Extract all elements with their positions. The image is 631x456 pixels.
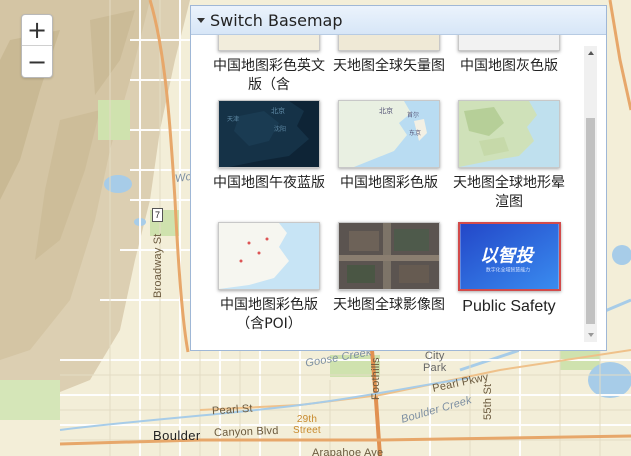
scroll-down-button[interactable] xyxy=(584,328,597,342)
basemap-panel-header[interactable]: Switch Basemap xyxy=(191,6,606,35)
thumb-art-english xyxy=(219,35,319,50)
map-thumb-imagery-icon xyxy=(338,222,440,290)
map-label-broadway: Broadway St xyxy=(152,233,164,298)
map-label-29th: 29th xyxy=(296,414,318,425)
basemap-item-label: 中国地图彩色版（含POI） xyxy=(220,297,318,332)
basemap-item-label: 天地图全球矢量图 xyxy=(333,58,445,74)
zoom-in-button[interactable]: + xyxy=(22,15,52,45)
map-thumb-public-safety-icon: 以智投 数字化全域智慧能力 xyxy=(457,222,561,291)
collapse-triangle-icon[interactable] xyxy=(197,18,205,23)
map-label-park: Park xyxy=(423,362,447,374)
basemap-item-label: 天地图全球影像图 xyxy=(333,297,445,313)
thumb-text: 北京 xyxy=(271,106,285,115)
basemap-item-midnight[interactable]: 北京 天津 沈阳 中国地图午夜蓝版 xyxy=(209,100,329,193)
thumb-text: 东京 xyxy=(409,129,421,137)
basemap-item-gray[interactable]: 中国地图灰色版 xyxy=(449,35,569,76)
thumb-art-midnight: 北京 天津 沈阳 xyxy=(219,101,319,167)
map-thumb-vector-icon xyxy=(338,35,440,51)
basemap-item-poi[interactable]: 中国地图彩色版（含POI） xyxy=(209,222,329,334)
arrow-down-icon xyxy=(587,333,594,337)
gallery-scrollbar[interactable] xyxy=(584,46,597,342)
thumb-art-vector xyxy=(339,35,439,50)
thumb-art-gray xyxy=(459,35,559,50)
map-thumb-english-icon xyxy=(218,35,320,51)
map-thumb-terrain-icon xyxy=(458,100,560,168)
basemap-item-vector[interactable]: 天地图全球矢量图 xyxy=(329,35,449,76)
map-thumb-color-icon: 北京 首尔 东京 xyxy=(338,100,440,168)
basemap-item-english[interactable]: 中国地图彩色英文版（含 xyxy=(209,35,329,95)
thumb-art-color: 北京 首尔 东京 xyxy=(339,101,439,167)
basemap-panel-title: Switch Basemap xyxy=(210,10,343,30)
map-thumb-poi-icon xyxy=(218,222,320,290)
thumb-text: 数字化全域智慧能力 xyxy=(485,266,529,273)
thumb-text: 沈阳 xyxy=(274,125,286,133)
basemap-item-label: 中国地图彩色版 xyxy=(340,175,438,191)
zoom-control: + − xyxy=(21,14,53,78)
basemap-item-label: 中国地图彩色英文版（含 xyxy=(213,58,325,93)
map-label-arapahoe: Arapahoe Ave xyxy=(312,447,384,456)
basemap-item-label: Public Safety xyxy=(462,298,556,315)
basemap-item-label: 天地图全球地形晕渲图 xyxy=(453,175,565,210)
map-label-foothills: Foothills xyxy=(370,357,382,400)
scroll-up-button[interactable] xyxy=(584,46,597,60)
basemap-item-public-safety[interactable]: 以智投 数字化全域智慧能力 Public Safety xyxy=(449,222,569,316)
map-label-55th-st: 55th St xyxy=(482,383,494,420)
scrollbar-thumb[interactable] xyxy=(586,118,595,324)
map-label-street: Street xyxy=(293,425,321,436)
basemap-panel: Switch Basemap 中国地图彩色英文版（含 天地图全球矢量图 中国地图… xyxy=(190,5,607,351)
basemap-item-color[interactable]: 北京 首尔 东京 中国地图彩色版 xyxy=(329,100,449,193)
thumb-text: 北京 xyxy=(379,106,393,115)
arrow-up-icon xyxy=(587,51,594,55)
thumb-art-poi xyxy=(219,223,319,289)
map-thumb-gray-icon xyxy=(458,35,560,51)
thumb-text: 首尔 xyxy=(407,111,419,119)
basemap-item-label: 中国地图午夜蓝版 xyxy=(213,175,325,191)
map-thumb-midnight-icon: 北京 天津 沈阳 xyxy=(218,100,320,168)
basemap-item-imagery[interactable]: 天地图全球影像图 xyxy=(329,222,449,315)
zoom-out-button[interactable]: − xyxy=(22,45,52,77)
map-label-city-park: City Park xyxy=(423,350,446,374)
map-label-city: City xyxy=(424,350,445,362)
thumb-art-terrain xyxy=(459,101,559,167)
basemap-gallery[interactable]: 中国地图彩色英文版（含 天地图全球矢量图 中国地图灰色版 北京 天津 沈阳 中国… xyxy=(191,35,606,350)
thumb-text: 天津 xyxy=(227,116,239,123)
highway-7-shield-icon: 7 xyxy=(152,208,163,222)
basemap-item-label: 中国地图灰色版 xyxy=(460,58,558,74)
thumb-art-imagery xyxy=(339,223,439,289)
map-label-boulder: Boulder xyxy=(153,428,201,443)
map-label-29th-street: 29th Street xyxy=(293,414,321,436)
basemap-item-terrain[interactable]: 天地图全球地形晕渲图 xyxy=(449,100,569,212)
thumb-art-public-safety: 以智投 数字化全域智慧能力 xyxy=(459,224,559,289)
map-label-canyon-blvd: Canyon Blvd xyxy=(213,424,279,440)
thumb-text: 以智投 xyxy=(479,245,534,266)
